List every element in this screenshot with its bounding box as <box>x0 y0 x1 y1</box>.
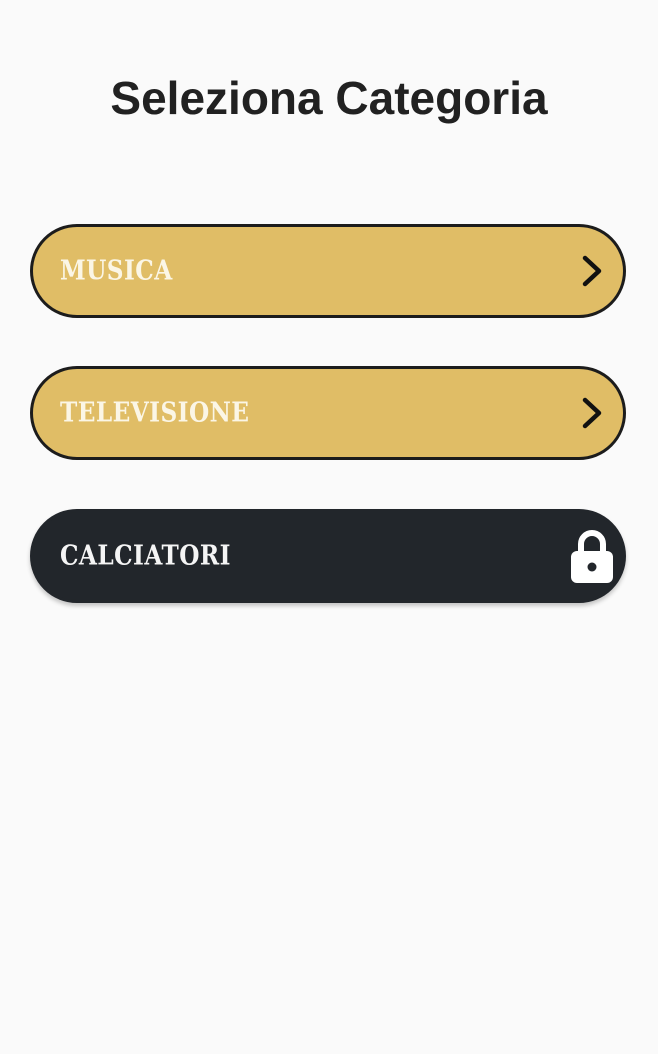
lock-icon <box>571 530 613 583</box>
category-label: CALCIATORI <box>60 540 231 572</box>
category-label: MUSICA <box>60 255 173 287</box>
category-button-televisione[interactable]: TELEVISIONE <box>30 366 626 460</box>
category-button-musica[interactable]: MUSICA <box>30 224 626 318</box>
chevron-right-icon <box>582 397 602 429</box>
page-title: Seleziona Categoria <box>110 72 548 124</box>
category-button-calciatori[interactable]: CALCIATORI <box>30 509 626 603</box>
category-label: TELEVISIONE <box>60 397 250 429</box>
chevron-right-icon <box>582 255 602 287</box>
